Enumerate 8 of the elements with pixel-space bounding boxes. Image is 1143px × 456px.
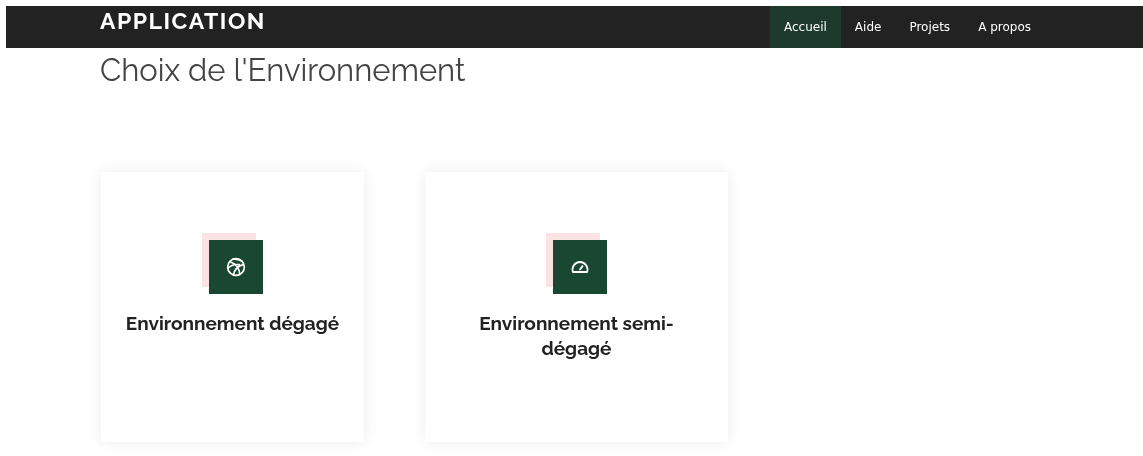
brand-title: APPLICATION <box>100 8 266 32</box>
environment-card[interactable]: Environnement semi-dégagé <box>425 171 728 442</box>
environment-card[interactable]: Environnement dégagé <box>101 171 364 442</box>
ball-icon <box>226 256 246 277</box>
page-heading: Choix de l'Environnement <box>100 51 467 90</box>
card-title: Environnement dégagé <box>125 310 340 336</box>
card-title: Environnement semi-dégagé <box>478 310 675 361</box>
nav-link[interactable]: Accueil <box>770 6 841 48</box>
